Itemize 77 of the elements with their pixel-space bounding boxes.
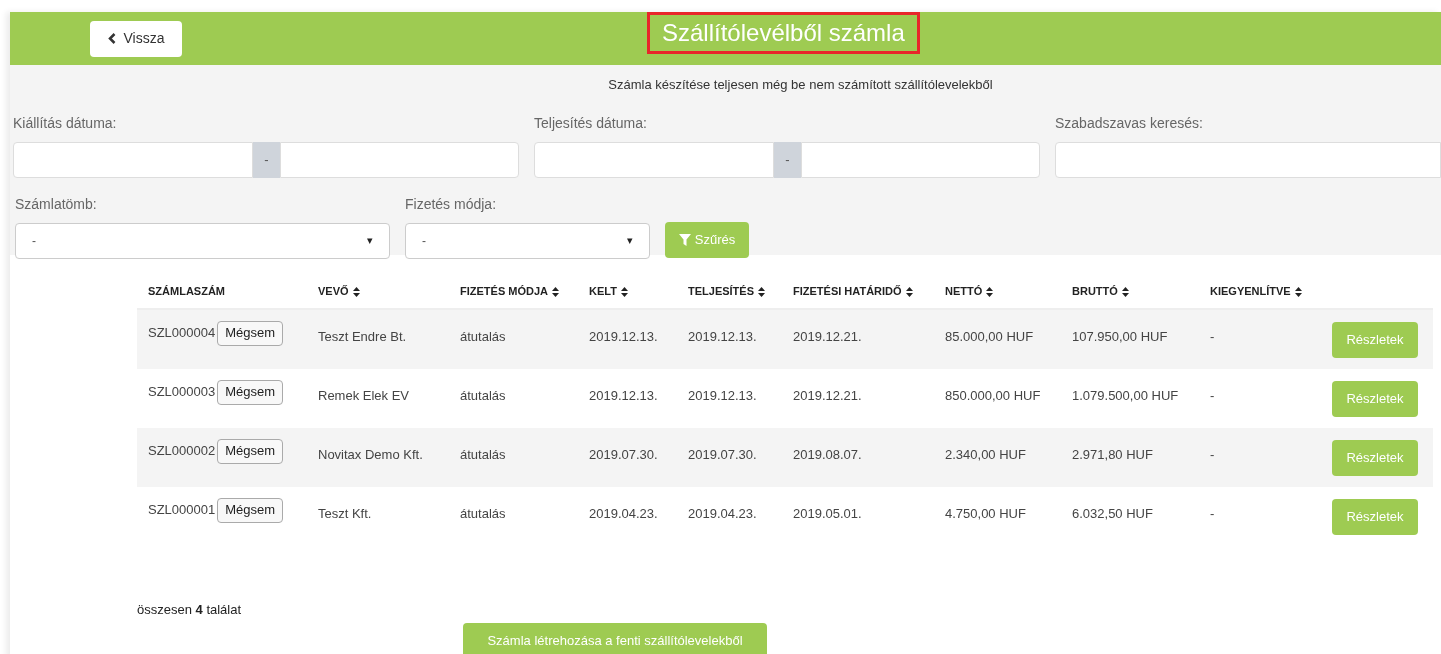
sort-icon[interactable] [1294,286,1302,297]
search-field[interactable] [1055,141,1441,178]
field-label: Teljesítés dátuma: [534,113,647,133]
page-subtitle: Számla készítése teljesen még be nem számított szállítólevelekből [608,76,993,94]
cancel-button[interactable]: Mégsem [217,497,284,523]
column-header: TELJESÍTÉS [688,284,755,300]
table-cell: 2019.12.13. [688,388,757,403]
date-to-field[interactable] [280,141,519,178]
column-header: VEVŐ [318,284,349,300]
select-field[interactable]: - ▾ [15,222,390,259]
sort-icon[interactable] [352,286,360,297]
table-cell: - [1210,329,1215,344]
column-header: NETTÓ [945,284,983,300]
table-cell: átutalás [460,506,506,521]
result-count: összesen 4 találat [137,601,242,619]
column-header: BRUTTÓ [1072,284,1118,300]
field-label: Számlatömb: [15,194,97,214]
field-label: Szabadszavas keresés: [1055,113,1203,133]
cancel-button[interactable]: Mégsem [217,320,284,346]
table-cell: 107.950,00 HUF [1072,329,1168,344]
sort-icon[interactable] [552,286,559,297]
filter-icon [678,233,691,246]
sort-icon[interactable] [758,286,766,297]
select-field[interactable]: - ▾ [405,222,650,259]
table-cell: 85.000,00 HUF [945,329,1034,344]
table-cell: 2019.04.23. [688,506,757,521]
sort-icon[interactable] [986,286,994,297]
table-cell: 2.340,00 HUF [945,447,1026,462]
invoice-number: SZL000004 [148,324,216,343]
table-cell: 2019.07.30. [688,447,757,462]
table-cell: - [1210,447,1215,462]
table-cell: átutalás [460,447,506,462]
column-header: FIZETÉSI HATÁRIDŐ [793,284,902,300]
table-cell: Teszt Endre Bt. [318,329,407,344]
cancel-button[interactable]: Mégsem [217,379,284,405]
back-button[interactable]: Vissza [90,20,182,57]
table-cell: átutalás [460,388,506,403]
table-cell: 2019.12.21. [793,388,862,403]
column-header: KELT [589,284,617,300]
table-cell: 2019.12.13. [589,388,658,403]
table-cell: Remek Elek EV [318,388,410,403]
table-cell: 2019.05.01. [793,506,862,521]
field-label: Kiállítás dátuma: [13,113,117,133]
invoice-number: SZL000002 [148,442,216,461]
table-cell: - [1210,506,1215,521]
invoice-number: SZL000001 [148,501,216,520]
column-header: KIEGYENLÍTVE [1210,284,1291,300]
table-cell: 850.000,00 HUF [945,388,1041,403]
table-cell: átutalás [460,329,506,344]
table-cell: 4.750,00 HUF [945,506,1026,521]
date-to-field[interactable] [801,141,1040,178]
field-label: Fizetés módja: [405,194,497,214]
sort-icon[interactable] [620,286,628,297]
sort-icon[interactable] [1121,286,1129,297]
table-cell: 2019.12.13. [589,329,658,344]
table-cell: 2019.04.23. [589,506,658,521]
sort-icon[interactable] [905,286,913,297]
table-cell: Teszt Kft. [318,506,372,521]
table-cell: 2019.12.13. [688,329,757,344]
cancel-button[interactable]: Mégsem [217,438,284,464]
table-cell: 2019.07.30. [589,447,658,462]
date-from-field[interactable] [13,141,253,178]
page-title: Szállítólevélből számla [647,12,920,54]
table-cell: 2019.08.07. [793,447,862,462]
table-cell: 6.032,50 HUF [1072,506,1153,521]
range-separator: - [774,141,801,178]
invoice-number: SZL000003 [148,383,216,402]
table-cell: - [1210,388,1215,403]
date-from-field[interactable] [534,141,774,178]
chevron-left-icon [107,33,116,44]
table-cell: 2019.12.21. [793,329,862,344]
column-header: SZÁMLASZÁM [148,284,225,300]
table-cell: Novitax Demo Kft. [318,447,423,462]
range-separator: - [253,141,280,178]
table-cell: 1.079.500,00 HUF [1072,388,1179,403]
column-header: FIZETÉS MÓDJA [460,284,548,300]
table-cell: 2.971,80 HUF [1072,447,1153,462]
